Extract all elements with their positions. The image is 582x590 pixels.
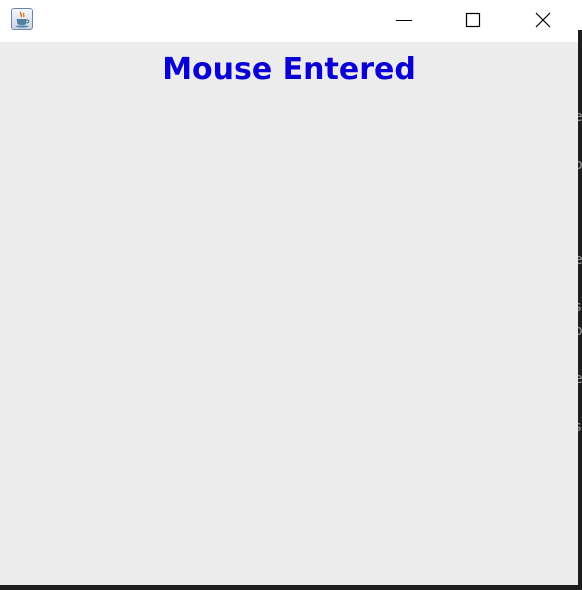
- content-pane[interactable]: Mouse Entered: [0, 42, 578, 585]
- minimize-button[interactable]: [381, 0, 427, 40]
- desktop-bottom-edge: [0, 585, 582, 590]
- minimize-icon: [396, 20, 412, 21]
- desktop-edge-top: [578, 0, 582, 30]
- app-window: Mouse Entered: [0, 0, 578, 585]
- mouse-status-label: Mouse Entered: [162, 52, 416, 87]
- title-bar[interactable]: [0, 0, 578, 42]
- java-cup-icon[interactable]: [11, 8, 33, 30]
- maximize-button[interactable]: [450, 0, 496, 40]
- close-icon: [535, 12, 551, 28]
- close-button[interactable]: [520, 0, 566, 40]
- maximize-icon: [465, 12, 481, 28]
- desktop-edge: [578, 0, 582, 590]
